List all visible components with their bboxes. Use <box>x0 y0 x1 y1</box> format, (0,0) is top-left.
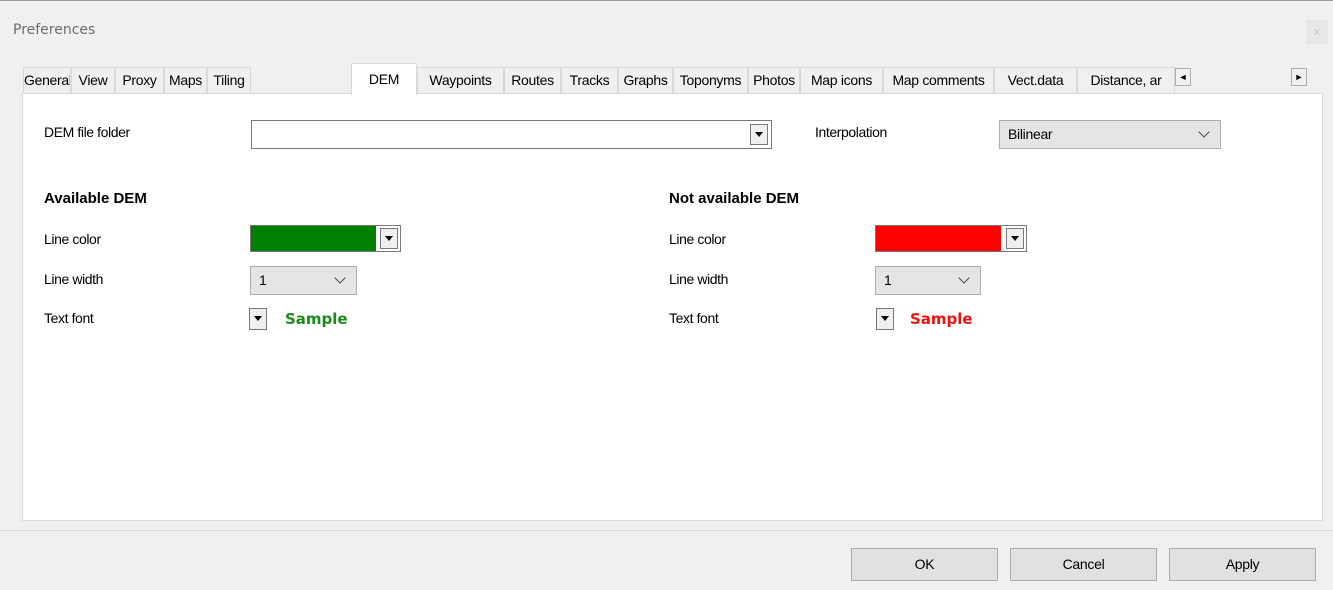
tab-maps[interactable]: Maps <box>164 67 207 94</box>
tab-map-icons[interactable]: Map icons <box>800 67 883 94</box>
tab-toponyms[interactable]: Toponyms <box>673 67 748 94</box>
tab-waypoints[interactable]: Waypoints <box>417 67 504 94</box>
tab-vect-data[interactable]: Vect.data <box>994 67 1077 94</box>
not-available-line-width-label: Line width <box>669 271 729 287</box>
tab-label: Map comments <box>892 72 985 88</box>
chevron-down-icon <box>958 272 970 284</box>
interpolation-select[interactable]: Bilinear <box>999 120 1221 149</box>
not-available-line-color-swatch <box>876 226 1001 251</box>
not-available-line-color-picker[interactable] <box>875 225 1027 252</box>
cancel-button[interactable]: Cancel <box>1010 548 1157 581</box>
tab-scroll-right-button[interactable]: ► <box>1291 68 1307 86</box>
not-available-text-font-label: Text font <box>669 310 719 326</box>
chevron-down-icon <box>334 272 346 284</box>
available-dem-header: Available DEM <box>44 190 147 207</box>
tab-label: Proxy <box>122 72 157 88</box>
tab-dem[interactable]: DEM <box>351 63 417 95</box>
dropdown-arrow-icon <box>755 132 763 137</box>
tab-distance[interactable]: Distance, ar <box>1077 67 1175 94</box>
dem-folder-label: DEM file folder <box>44 124 130 140</box>
available-line-width-select[interactable]: 1 <box>250 266 357 295</box>
tab-label: Toponyms <box>679 72 742 88</box>
tab-label: Vect.data <box>1007 72 1064 88</box>
tab-strip: General View Proxy Maps Tiling DEM Waypo… <box>23 63 1323 95</box>
tab-label: Distance, ar <box>1090 72 1162 88</box>
dropdown-arrow-icon <box>385 236 393 241</box>
available-line-width-label: Line width <box>44 271 104 287</box>
not-available-line-width-select[interactable]: 1 <box>875 266 981 295</box>
available-line-color-label: Line color <box>44 231 101 247</box>
tab-label: DEM <box>368 71 400 87</box>
not-available-line-width-value: 1 <box>884 272 892 288</box>
available-color-dropdown-button[interactable] <box>380 228 398 249</box>
tab-tiling[interactable]: Tiling <box>207 67 251 94</box>
tab-label: View <box>78 72 108 88</box>
interpolation-value: Bilinear <box>1008 126 1053 142</box>
tab-label: Waypoints <box>429 72 492 88</box>
close-icon: x <box>1313 25 1321 38</box>
available-line-color-picker[interactable] <box>250 225 401 252</box>
close-button[interactable]: x <box>1306 20 1328 44</box>
tab-label: Tracks <box>569 72 610 88</box>
tab-graphs[interactable]: Graphs <box>618 67 673 94</box>
available-font-dropdown-button[interactable] <box>249 308 267 330</box>
footer-separator <box>0 530 1333 531</box>
dem-folder-dropdown-button[interactable] <box>750 124 768 145</box>
dropdown-arrow-icon <box>254 316 262 321</box>
arrow-left-icon: ◄ <box>1178 72 1188 82</box>
not-available-line-color-label: Line color <box>669 231 726 247</box>
dem-folder-combo[interactable] <box>251 120 772 149</box>
tab-photos[interactable]: Photos <box>748 67 800 94</box>
not-available-font-dropdown-button[interactable] <box>876 308 894 330</box>
title-bar: Preferences x <box>0 2 1333 50</box>
available-line-width-value: 1 <box>259 272 267 288</box>
not-available-font-sample: Sample <box>910 310 973 328</box>
tab-label: Tiling <box>213 72 245 88</box>
interpolation-label: Interpolation <box>815 124 887 140</box>
tab-label: Routes <box>511 72 554 88</box>
arrow-right-icon: ► <box>1294 72 1304 82</box>
tab-map-comments[interactable]: Map comments <box>883 67 994 94</box>
tab-scroll-left-button[interactable]: ◄ <box>1175 68 1191 86</box>
ok-button[interactable]: OK <box>851 548 998 581</box>
tab-label: Photos <box>753 72 795 88</box>
tab-routes[interactable]: Routes <box>504 67 561 94</box>
dem-tab-panel: DEM file folder Interpolation Bilinear A… <box>22 93 1323 521</box>
tab-proxy[interactable]: Proxy <box>115 67 164 94</box>
available-font-sample: Sample <box>285 310 348 328</box>
available-line-color-swatch <box>251 226 376 251</box>
tab-tracks[interactable]: Tracks <box>561 67 618 94</box>
preferences-window: Preferences x General View Proxy Maps Ti… <box>0 0 1333 590</box>
tab-label: Graphs <box>623 72 668 88</box>
chevron-down-icon <box>1198 126 1210 138</box>
tab-view[interactable]: View <box>71 67 115 94</box>
tab-label: General <box>24 72 71 88</box>
tab-label: Maps <box>168 72 203 88</box>
dropdown-arrow-icon <box>1011 236 1019 241</box>
apply-button[interactable]: Apply <box>1169 548 1316 581</box>
not-available-color-dropdown-button[interactable] <box>1006 228 1024 249</box>
tab-general[interactable]: General <box>23 67 71 94</box>
window-title: Preferences <box>13 22 96 38</box>
dropdown-arrow-icon <box>881 316 889 321</box>
tab-label: Map icons <box>810 72 873 88</box>
available-text-font-label: Text font <box>44 310 94 326</box>
not-available-dem-header: Not available DEM <box>669 190 800 207</box>
